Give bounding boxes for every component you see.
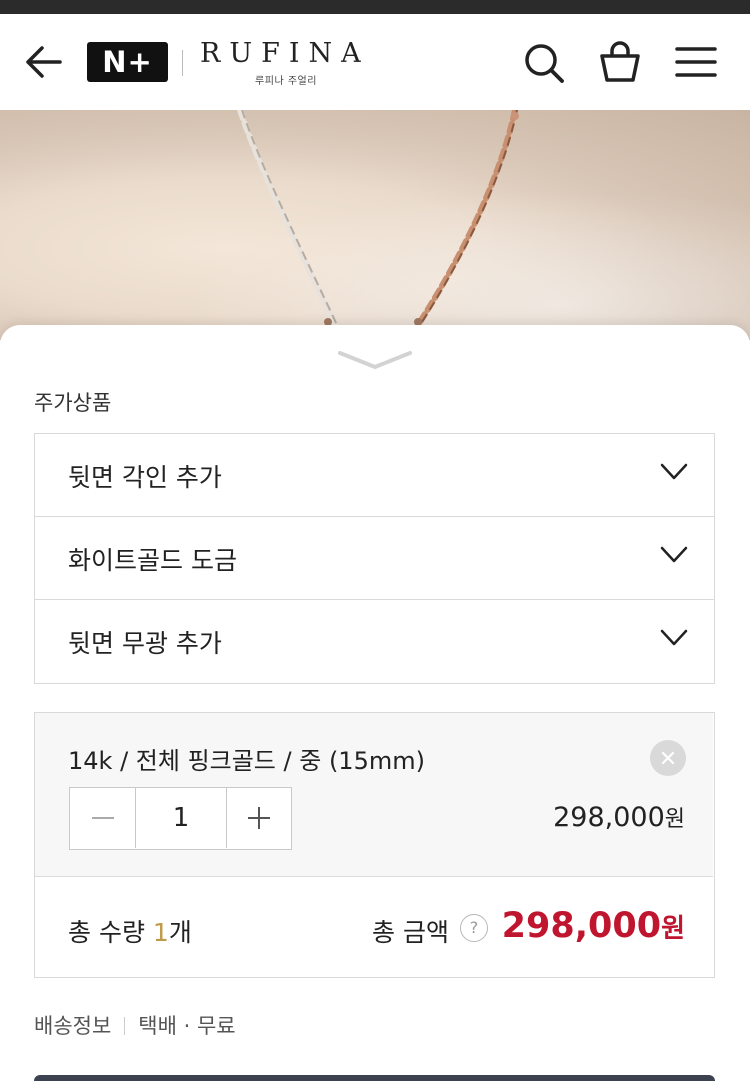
total-quantity-suffix: 개 [168, 918, 192, 947]
minus-icon [92, 817, 114, 819]
back-arrow-icon[interactable] [22, 42, 66, 82]
option-label: 화이트골드 도금 [68, 546, 237, 575]
option-label: 뒷면 각인 추가 [68, 463, 222, 492]
selected-item-box: 14k / 전체 핑크골드 / 중 (15mm) 1 298,000원 총 수량… [34, 712, 715, 978]
total-quantity: 총 수량 1개 [68, 913, 192, 949]
item-price: 298,000원 [553, 801, 685, 833]
total-price-unit: 원 [661, 914, 685, 944]
quantity-value[interactable]: 1 [137, 788, 225, 848]
brand-subtitle: 루피나 주얼리 [255, 76, 317, 87]
plus-icon [248, 807, 270, 829]
help-icon[interactable]: ? [460, 914, 488, 942]
remove-item-button[interactable] [650, 740, 686, 776]
additional-products-label: 주가상품 [34, 391, 112, 415]
option-white-gold-plating[interactable]: 화이트골드 도금 [35, 517, 714, 600]
shipping-label: 배송정보 [34, 1014, 112, 1038]
selected-item-name: 14k / 전체 핑크골드 / 중 (15mm) [68, 747, 425, 775]
option-engraving[interactable]: 뒷면 각인 추가 [35, 434, 714, 517]
option-sheet: 주가상품 뒷면 각인 추가 화이트골드 도금 뒷면 무광 추가 14k / 전체… [0, 325, 750, 1081]
item-price-unit: 원 [664, 807, 685, 832]
decrease-quantity-button[interactable] [70, 788, 136, 848]
brand-name[interactable]: RUFINA [200, 38, 370, 69]
option-matte-back[interactable]: 뒷면 무광 추가 [35, 600, 714, 683]
selected-item: 14k / 전체 핑크골드 / 중 (15mm) 1 298,000원 [35, 713, 713, 877]
total-amount-label: 총 금액 [372, 918, 449, 947]
total-quantity-prefix: 총 수량 [68, 918, 153, 947]
option-label: 뒷면 무광 추가 [68, 629, 222, 658]
shipping-info: 배송정보 택배 · 무료 [34, 1010, 236, 1040]
purchase-button[interactable] [34, 1075, 715, 1081]
shopping-bag-icon[interactable] [598, 41, 642, 85]
search-icon[interactable] [522, 41, 566, 85]
product-image [0, 110, 750, 340]
chevron-down-icon [660, 546, 688, 563]
total-price-value: 298,000 [501, 906, 662, 946]
additional-options-list: 뒷면 각인 추가 화이트골드 도금 뒷면 무광 추가 [34, 433, 715, 684]
chevron-down-icon [660, 463, 688, 480]
total-summary: 총 수량 1개 총 금액 ? 298,000원 [35, 878, 713, 976]
total-price: 298,000원 [502, 906, 685, 946]
increase-quantity-button[interactable] [226, 788, 291, 848]
shipping-divider [124, 1017, 126, 1035]
n-plus-logo[interactable]: N+ [87, 42, 168, 82]
quantity-stepper: 1 [69, 787, 292, 850]
total-quantity-value: 1 [152, 918, 169, 947]
hamburger-menu-icon[interactable] [675, 44, 717, 80]
close-icon [661, 751, 675, 765]
brand-divider [182, 50, 183, 76]
collapse-chevron-icon[interactable] [336, 347, 414, 373]
shipping-value: 택배 · 무료 [138, 1014, 236, 1038]
header: N+ RUFINA 루피나 주얼리 [0, 14, 750, 110]
chevron-down-icon [660, 629, 688, 646]
status-bar [0, 0, 750, 14]
item-price-value: 298,000 [553, 802, 665, 833]
